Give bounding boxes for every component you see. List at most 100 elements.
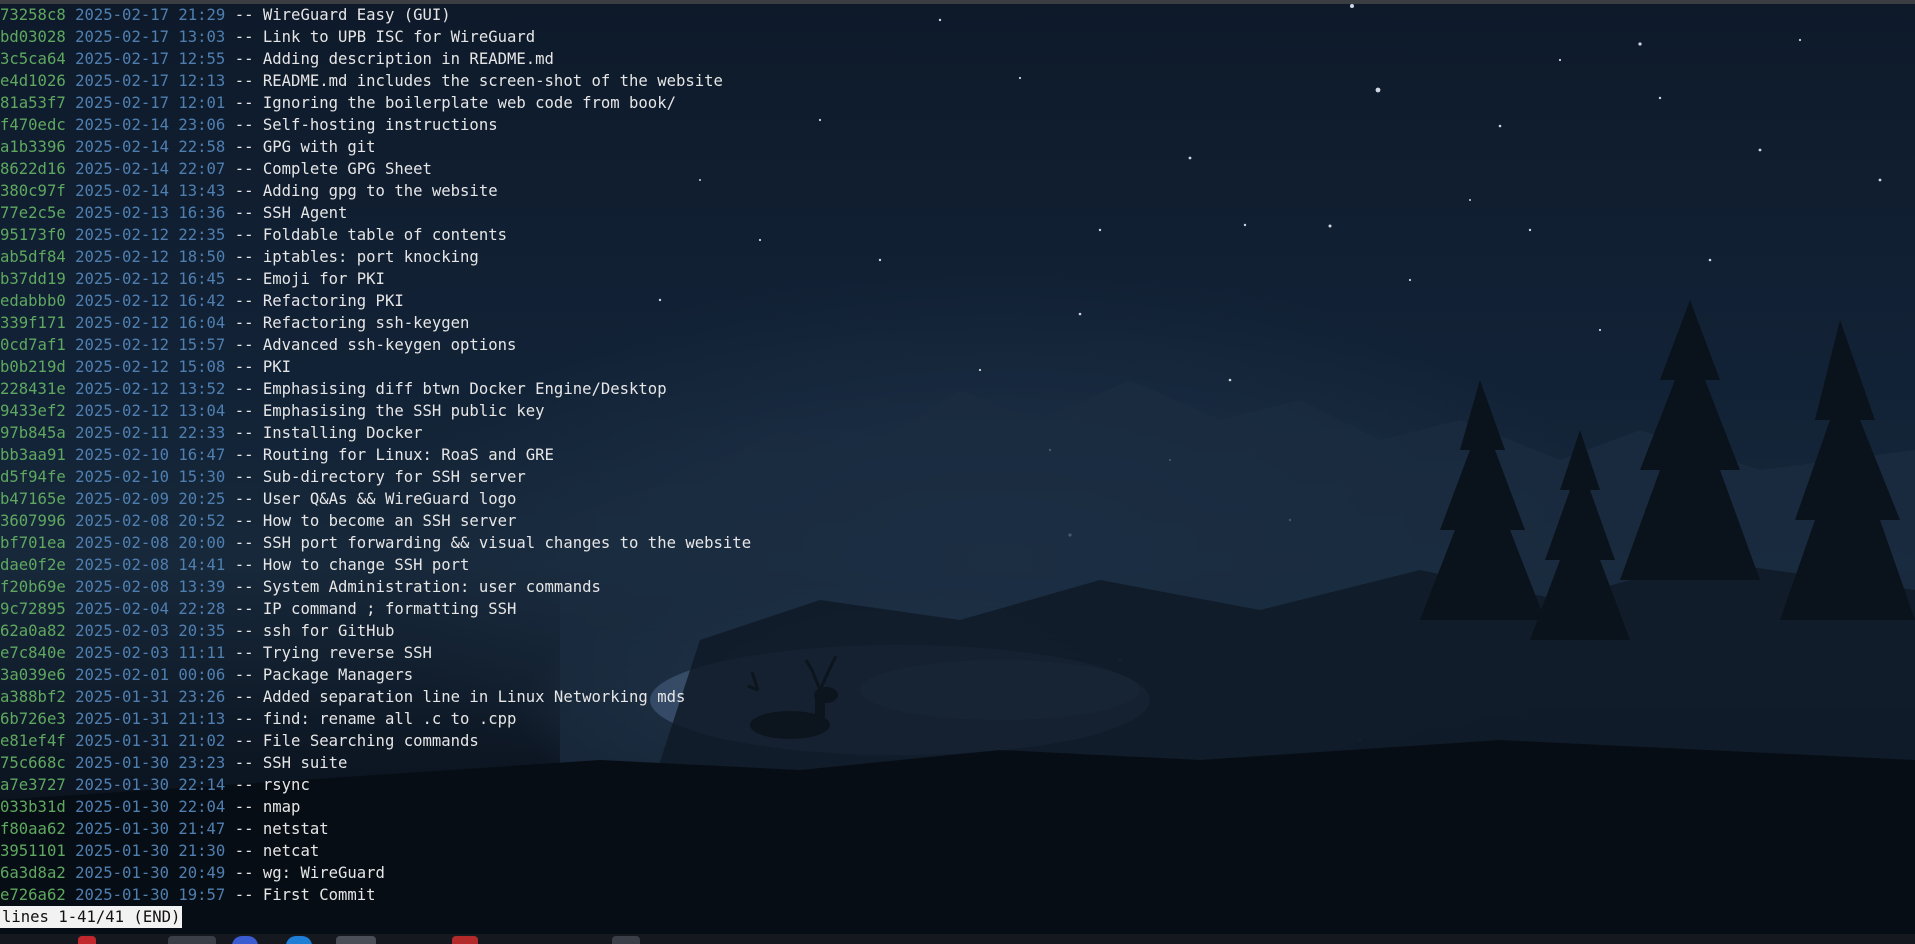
commit-hash: bb3aa91	[0, 446, 66, 464]
commit-message: Sub-directory for SSH server	[262, 468, 526, 486]
commit-hash: f20b69e	[0, 578, 66, 596]
commit-message: System Administration: user commands	[262, 578, 601, 596]
taskbar-app-icon[interactable]	[452, 936, 478, 944]
commit-date: 2025-02-12 16:45	[75, 270, 226, 288]
commit-message: Complete GPG Sheet	[262, 160, 432, 178]
commit-date: 2025-02-11 22:33	[75, 424, 226, 442]
commit-hash: e4d1026	[0, 72, 66, 90]
commit-hash: 73258c8	[0, 6, 66, 24]
commit-date: 2025-02-12 15:57	[75, 336, 226, 354]
commit-date: 2025-01-31 21:02	[75, 732, 226, 750]
commit-date: 2025-02-14 22:07	[75, 160, 226, 178]
commit-hash: 033b31d	[0, 798, 66, 816]
commit-separator: --	[234, 226, 254, 244]
taskbar-app-icon[interactable]	[336, 936, 376, 944]
taskbar-app-icon[interactable]	[232, 936, 258, 944]
commit-separator: --	[234, 842, 254, 860]
commit-hash: e81ef4f	[0, 732, 66, 750]
commit-hash: 6a3d8a2	[0, 864, 66, 882]
commit-message: Advanced ssh-keygen options	[262, 336, 517, 354]
commit-separator: --	[234, 6, 254, 24]
commit-row: 3951101 2025-01-30 21:30 -- netcat	[0, 840, 751, 862]
commit-date: 2025-02-14 23:06	[75, 116, 226, 134]
commit-hash: 3607996	[0, 512, 66, 530]
commit-hash: 3951101	[0, 842, 66, 860]
commit-separator: --	[234, 446, 254, 464]
commit-hash: bd03028	[0, 28, 66, 46]
commit-hash: f80aa62	[0, 820, 66, 838]
commit-row: 3a039e6 2025-02-01 00:06 -- Package Mana…	[0, 664, 751, 686]
commit-separator: --	[234, 160, 254, 178]
commit-date: 2025-02-14 13:43	[75, 182, 226, 200]
commit-row: f20b69e 2025-02-08 13:39 -- System Admin…	[0, 576, 751, 598]
commit-message: iptables: port knocking	[262, 248, 479, 266]
taskbar-app-icon[interactable]	[78, 936, 96, 944]
commit-date: 2025-02-12 16:42	[75, 292, 226, 310]
commit-message: Adding description in README.md	[262, 50, 554, 68]
commit-separator: --	[234, 358, 254, 376]
commit-hash: 6b726e3	[0, 710, 66, 728]
commit-row: 81a53f7 2025-02-17 12:01 -- Ignoring the…	[0, 92, 751, 114]
commit-hash: 77e2c5e	[0, 204, 66, 222]
commit-hash: edabbb0	[0, 292, 66, 310]
commit-date: 2025-01-31 21:13	[75, 710, 226, 728]
commit-hash: 3c5ca64	[0, 50, 66, 68]
git-log-output[interactable]: 73258c8 2025-02-17 21:29 -- WireGuard Ea…	[0, 4, 751, 906]
commit-date: 2025-02-12 18:50	[75, 248, 226, 266]
commit-row: 6b726e3 2025-01-31 21:13 -- find: rename…	[0, 708, 751, 730]
commit-date: 2025-02-17 13:03	[75, 28, 226, 46]
commit-row: a7e3727 2025-01-30 22:14 -- rsync	[0, 774, 751, 796]
terminal-window[interactable]: 73258c8 2025-02-17 21:29 -- WireGuard Ea…	[0, 0, 1915, 944]
commit-separator: --	[234, 600, 254, 618]
commit-row: a1b3396 2025-02-14 22:58 -- GPG with git	[0, 136, 751, 158]
commit-message: ssh for GitHub	[262, 622, 395, 640]
commit-message: netstat	[262, 820, 329, 838]
commit-message: File Searching commands	[262, 732, 479, 750]
commit-hash: 62a0a82	[0, 622, 66, 640]
commit-hash: 9c72895	[0, 600, 66, 618]
taskbar-app-icon[interactable]	[612, 936, 640, 944]
commit-separator: --	[234, 556, 254, 574]
commit-hash: 75c668c	[0, 754, 66, 772]
commit-row: 97b845a 2025-02-11 22:33 -- Installing D…	[0, 422, 751, 444]
commit-message: Refactoring ssh-keygen	[262, 314, 470, 332]
taskbar-app-icon[interactable]	[286, 936, 312, 944]
commit-hash: e7c840e	[0, 644, 66, 662]
commit-message: Added separation line in Linux Networkin…	[262, 688, 686, 706]
commit-separator: --	[234, 336, 254, 354]
commit-date: 2025-02-10 16:47	[75, 446, 226, 464]
commit-message: Installing Docker	[262, 424, 423, 442]
commit-row: e7c840e 2025-02-03 11:11 -- Trying rever…	[0, 642, 751, 664]
commit-message: SSH port forwarding && visual changes to…	[262, 534, 752, 552]
commit-message: First Commit	[262, 886, 376, 904]
commit-separator: --	[234, 270, 254, 288]
commit-row: 339f171 2025-02-12 16:04 -- Refactoring …	[0, 312, 751, 334]
commit-hash: b47165e	[0, 490, 66, 508]
commit-row: ab5df84 2025-02-12 18:50 -- iptables: po…	[0, 246, 751, 268]
commit-message: nmap	[262, 798, 301, 816]
commit-row: dae0f2e 2025-02-08 14:41 -- How to chang…	[0, 554, 751, 576]
commit-hash: a7e3727	[0, 776, 66, 794]
commit-message: Trying reverse SSH	[262, 644, 432, 662]
commit-date: 2025-01-30 22:04	[75, 798, 226, 816]
commit-separator: --	[234, 688, 254, 706]
commit-date: 2025-02-12 15:08	[75, 358, 226, 376]
commit-row: d5f94fe 2025-02-10 15:30 -- Sub-director…	[0, 466, 751, 488]
commit-row: 75c668c 2025-01-30 23:23 -- SSH suite	[0, 752, 751, 774]
commit-hash: a388bf2	[0, 688, 66, 706]
taskbar-active-app[interactable]	[168, 936, 216, 944]
commit-row: a388bf2 2025-01-31 23:26 -- Added separa…	[0, 686, 751, 708]
commit-date: 2025-01-30 22:14	[75, 776, 226, 794]
commit-message: Self-hosting instructions	[262, 116, 498, 134]
commit-date: 2025-01-30 21:47	[75, 820, 226, 838]
commit-separator: --	[234, 402, 254, 420]
taskbar[interactable]	[0, 934, 1915, 944]
commit-date: 2025-01-30 19:57	[75, 886, 226, 904]
commit-separator: --	[234, 424, 254, 442]
commit-date: 2025-01-30 21:30	[75, 842, 226, 860]
commit-hash: bf701ea	[0, 534, 66, 552]
commit-hash: f470edc	[0, 116, 66, 134]
commit-separator: --	[234, 490, 254, 508]
commit-separator: --	[234, 886, 254, 904]
commit-hash: b37dd19	[0, 270, 66, 288]
